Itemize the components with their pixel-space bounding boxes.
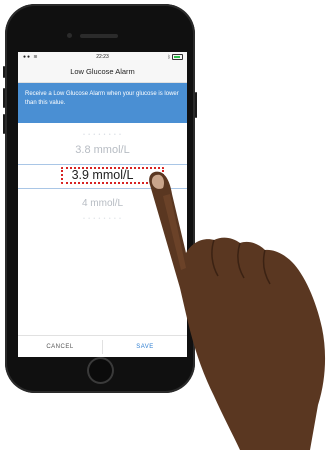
- hand-shape: [149, 171, 326, 450]
- pointing-hand-illustration: [149, 171, 326, 450]
